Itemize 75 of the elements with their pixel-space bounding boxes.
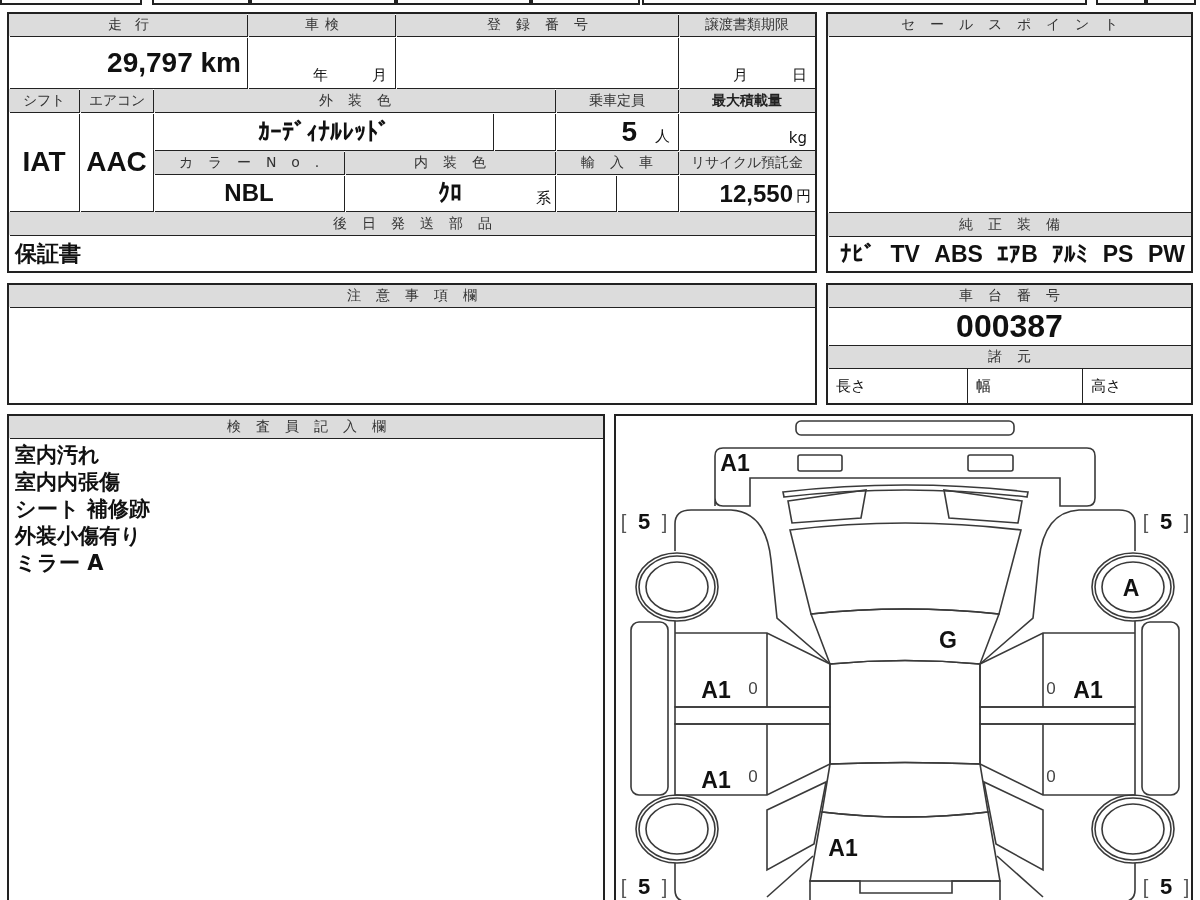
damage-code: A1 (701, 678, 731, 702)
field-label: 乗車定員 (556, 89, 678, 112)
field-label: エアコン (80, 89, 153, 112)
field-label: 外装色 (154, 89, 555, 112)
equipment-item: ABS (934, 240, 983, 268)
equipment-item: PW (1147, 240, 1185, 268)
blank-field (617, 175, 678, 211)
field-label: リサイクル預託金 (679, 151, 815, 174)
inspector-note: シート 補修跡 (15, 496, 151, 523)
exterior-color-value: ｶｰﾃﾞｨﾅﾙﾚｯﾄﾞ (257, 117, 390, 146)
inspector-note: 外装小傷有り (15, 523, 142, 550)
unit-label: kg (788, 129, 807, 147)
aircon-value: AAC (86, 146, 147, 178)
spec-label: 長さ (836, 376, 866, 396)
tread-depth: [ 5 ] (1142, 511, 1190, 533)
parts-value: 保証書 (15, 239, 81, 268)
recycling-deposit-value: 12,550 (719, 180, 793, 208)
equipment-item: PS (1102, 240, 1134, 268)
field-label: 検査員記入欄 (9, 416, 603, 438)
field-label: 内装色 (345, 151, 555, 174)
damage-code: A1 (701, 768, 731, 792)
unit-label: 月 (733, 66, 748, 85)
panel-mark: 0 (748, 767, 758, 785)
fog-lamp (967, 454, 1014, 472)
equipment-item: ｴｱB (997, 240, 1038, 268)
field-label: 走行 (9, 14, 247, 36)
mileage-value: 29,797 km (107, 46, 241, 79)
damage-code: A1 (720, 451, 750, 475)
rear-fender (996, 855, 1044, 898)
blank-field (556, 175, 616, 211)
color-number-value: NBL (224, 179, 274, 207)
unit-label: 日 (792, 66, 807, 85)
equipment-item: TV (890, 240, 920, 268)
interior-color-value: ｸﾛ (438, 179, 462, 207)
field-label: 車検 (248, 14, 395, 36)
fog-lamp (797, 454, 843, 472)
field-label: 純正装備 (828, 213, 1191, 236)
spec-label: 幅 (976, 376, 991, 396)
equipment-item: ﾅﾋﾞ (840, 240, 876, 268)
panel-mark: 0 (748, 679, 758, 697)
unit-label: 円 (796, 187, 811, 206)
field-label: 譲渡書類期限 (679, 14, 815, 36)
spec-label: 高さ (1091, 376, 1121, 396)
rear-fender (766, 855, 814, 898)
shift-value: IAT (22, 146, 66, 178)
capacity-value: 5 (621, 115, 637, 148)
field-label: カラーNo. (154, 151, 344, 174)
damage-code: A1 (1073, 678, 1103, 702)
field-label: 注意事項欄 (9, 285, 815, 307)
damage-code: A (1122, 576, 1140, 600)
unit-label: 人 (655, 127, 670, 146)
tread-depth: [ 5 ] (1142, 876, 1190, 898)
equipment-item: ｱﾙﾐ (1052, 240, 1089, 268)
unit-label: 月 (372, 66, 387, 85)
inspector-note: 室内内張傷 (15, 469, 120, 496)
field-label: 後日発送部品 (9, 212, 815, 235)
inspector-note: ミラー A (15, 550, 104, 577)
tread-depth: [ 5 ] (620, 511, 668, 533)
tread-depth: [ 5 ] (620, 876, 668, 898)
field-label: 登録番号 (396, 14, 678, 36)
field-label: 諸元 (828, 346, 1191, 368)
field-label: 車台番号 (828, 285, 1191, 307)
field-label: シフト (9, 89, 79, 112)
chassis-number-value: 000387 (956, 308, 1063, 345)
blank-field (494, 113, 555, 150)
field-label: 輸入車 (556, 151, 678, 174)
field-label: セールスポイント (828, 14, 1191, 36)
unit-label: 年 (313, 66, 328, 85)
field-label: 最大積載量 (679, 89, 815, 112)
unit-label: 系 (536, 189, 552, 209)
damage-code: A1 (828, 836, 858, 860)
panel-mark: 0 (1046, 767, 1056, 785)
damage-code: G (939, 628, 957, 652)
panel-mark: 0 (1046, 679, 1056, 697)
inspector-note: 室内汚れ (15, 442, 100, 469)
